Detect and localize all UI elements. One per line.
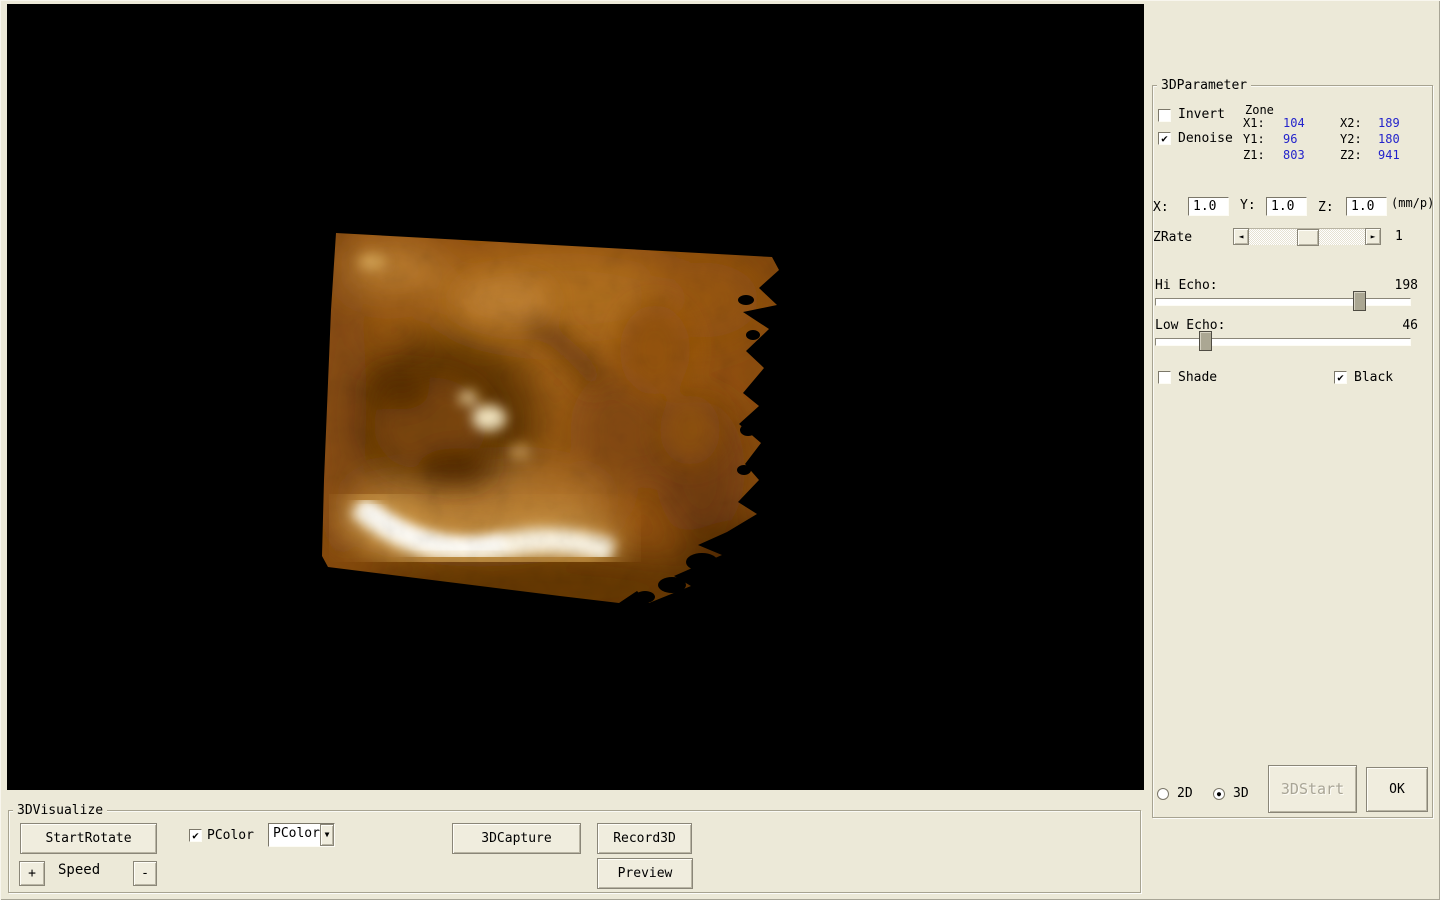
pcolor-dropdown-value: PColor <box>273 826 320 841</box>
speed-plus-button[interactable]: + <box>19 861 45 886</box>
shade-checkbox[interactable] <box>1158 371 1171 384</box>
zone-x1-label: X1: <box>1243 116 1265 130</box>
preview-button[interactable]: Preview <box>597 858 693 889</box>
zone-z1-label: Z1: <box>1243 148 1265 162</box>
zone-z2-value: 941 <box>1378 148 1400 162</box>
zrate-label: ZRate <box>1153 230 1193 245</box>
pcolor-label: PColor <box>207 828 254 843</box>
zrate-scroll-thumb[interactable] <box>1296 229 1319 246</box>
3dstart-button[interactable]: 3DStart <box>1268 765 1357 813</box>
zone-z2-label: Z2: <box>1340 148 1362 162</box>
zone-readout: X1: 104 X2: 189 Y1: 96 Y2: 180 Z1: 803 Z… <box>1243 117 1420 162</box>
zone-y1-value: 96 <box>1283 132 1298 146</box>
pcolor-dropdown-button[interactable]: ▼ <box>319 824 334 846</box>
zone-title: Zone <box>1245 103 1274 117</box>
3d-viewport[interactable] <box>7 4 1144 790</box>
speed-label: Speed <box>58 862 101 878</box>
ok-button[interactable]: OK <box>1366 767 1428 812</box>
scale-z-label: Z: <box>1318 200 1334 215</box>
black-checkbox[interactable]: ✔ <box>1334 371 1347 384</box>
mode-3d-radio[interactable]: ● <box>1213 788 1225 800</box>
mode-3d-label: 3D <box>1233 786 1249 801</box>
mode-2d-radio[interactable] <box>1157 788 1169 800</box>
scale-y-input[interactable] <box>1266 197 1307 216</box>
shade-label: Shade <box>1178 370 1218 385</box>
mode-2d-label: 2D <box>1177 786 1193 801</box>
3dcapture-button[interactable]: 3DCapture <box>452 823 581 854</box>
pcolor-checkbox[interactable]: ✔ <box>189 829 202 842</box>
zone-x1-value: 104 <box>1283 116 1305 130</box>
zone-y2-label: Y2: <box>1340 132 1362 146</box>
hi-echo-slider[interactable] <box>1155 291 1411 311</box>
zone-z1-value: 803 <box>1283 148 1305 162</box>
invert-label: Invert <box>1178 107 1225 122</box>
scale-x-label: X: <box>1153 200 1169 215</box>
pcolor-check-glyph: ✔ <box>192 829 199 842</box>
low-echo-slider-thumb[interactable] <box>1199 331 1213 351</box>
3dparameter-title: 3DParameter <box>1157 78 1252 93</box>
3dparameter-groupbox: 3DParameter <box>1152 78 1433 818</box>
denoise-label: Denoise <box>1178 131 1233 146</box>
zone-x2-value: 189 <box>1378 116 1400 130</box>
zrate-scroll-track[interactable] <box>1249 228 1365 246</box>
pcolor-dropdown[interactable]: PColor ▼ <box>268 823 335 847</box>
black-label: Black <box>1354 370 1394 385</box>
start-rotate-button[interactable]: StartRotate <box>20 823 157 854</box>
invert-checkbox[interactable] <box>1158 109 1171 122</box>
zone-x2-label: X2: <box>1340 116 1362 130</box>
ultrasound-render <box>7 4 1144 790</box>
zrate-value: 1 <box>1395 229 1403 244</box>
3dvisualize-title: 3DVisualize <box>13 803 108 818</box>
black-check-glyph: ✔ <box>1337 371 1344 384</box>
zone-y1-label: Y1: <box>1243 132 1265 146</box>
hi-echo-slider-track[interactable] <box>1155 298 1411 306</box>
low-echo-slider-track[interactable] <box>1155 338 1411 346</box>
low-echo-slider[interactable] <box>1155 331 1411 351</box>
scale-z-input[interactable] <box>1346 197 1387 216</box>
mode-3d-radio-dot: ● <box>1216 789 1222 798</box>
record3d-button[interactable]: Record3D <box>597 823 692 854</box>
zrate-scroll-right-button[interactable]: ► <box>1365 228 1381 245</box>
app-window: { "colors": { "window_bg": "#ece9d8", "v… <box>0 0 1440 900</box>
scale-x-input[interactable] <box>1188 197 1229 216</box>
scroll-right-icon: ► <box>1370 231 1376 241</box>
scale-y-label: Y: <box>1240 198 1256 213</box>
denoise-checkbox[interactable]: ✔ <box>1158 132 1171 145</box>
scroll-left-icon: ◄ <box>1238 231 1244 241</box>
zrate-scroll-left-button[interactable]: ◄ <box>1233 228 1249 245</box>
hi-echo-slider-thumb[interactable] <box>1352 291 1366 311</box>
zone-y2-value: 180 <box>1378 132 1400 146</box>
chevron-down-icon: ▼ <box>324 830 330 839</box>
scale-unit-label: (mm/p) <box>1391 196 1435 210</box>
speed-minus-button[interactable]: - <box>133 861 157 886</box>
denoise-check-glyph: ✔ <box>1161 132 1168 145</box>
zrate-scrollbar[interactable]: ◄ ► <box>1233 228 1381 246</box>
